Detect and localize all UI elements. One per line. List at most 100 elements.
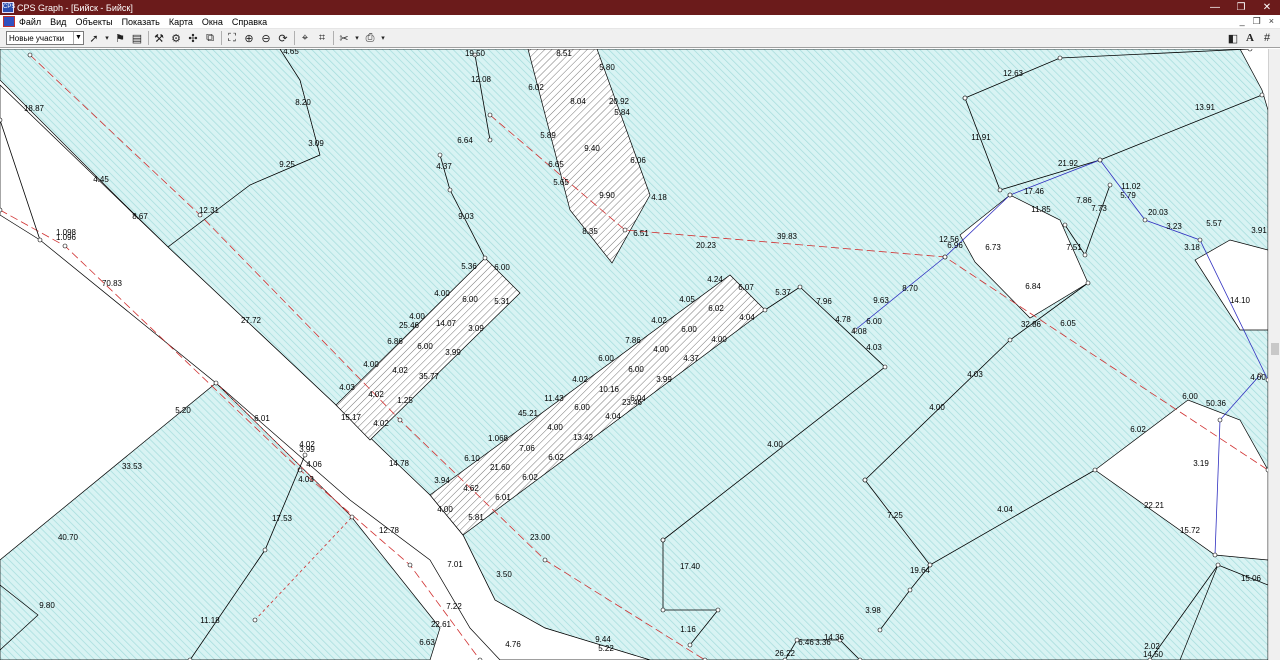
vertex-point[interactable] (1007, 337, 1013, 343)
vertex-point[interactable] (542, 557, 548, 563)
maximize-button[interactable]: ❐ (1228, 2, 1254, 13)
center-icon[interactable]: ⌖ (298, 31, 312, 45)
dimension-label: 20.03 (1148, 208, 1169, 217)
vertex-point[interactable] (1217, 417, 1223, 423)
vertex-point[interactable] (349, 514, 355, 520)
menu-map[interactable]: Карта (169, 17, 193, 27)
vertex-point[interactable] (882, 364, 888, 370)
vertex-point[interactable] (862, 477, 868, 483)
zoom-extent-icon[interactable]: ⛶ (225, 31, 239, 45)
vertex-point[interactable] (1082, 252, 1088, 258)
vertex-point[interactable] (1085, 280, 1091, 286)
dimension-label: 8.70 (902, 284, 918, 293)
vertex-point[interactable] (1212, 552, 1218, 558)
vertex-point[interactable] (437, 152, 443, 158)
vertex-point[interactable] (942, 254, 948, 260)
vertex-point[interactable] (447, 187, 453, 193)
vertex-point[interactable] (213, 380, 219, 386)
vertex-point[interactable] (0, 207, 3, 213)
dimension-label: 4.04 (739, 313, 755, 322)
dimension-label: 6.46 (798, 638, 814, 647)
menu-show[interactable]: Показать (122, 17, 160, 27)
vertex-point[interactable] (1215, 562, 1221, 568)
dimension-label: 3.36 (815, 638, 831, 647)
vertex-point[interactable] (482, 255, 488, 261)
dimension-label: 4.03 (298, 475, 314, 484)
vertex-point[interactable] (1107, 182, 1113, 188)
layer-select[interactable]: Новые участки ▼ (6, 31, 84, 45)
vertex-point[interactable] (1097, 157, 1103, 163)
dimension-label: 4.06 (306, 460, 322, 469)
dimension-label: 8.67 (132, 212, 148, 221)
mdi-close-icon[interactable]: × (1269, 16, 1274, 27)
refresh-icon[interactable]: ⟳ (276, 31, 290, 45)
vertex-point[interactable] (1092, 467, 1098, 473)
vertex-point[interactable] (687, 642, 693, 648)
vertex-point[interactable] (62, 243, 68, 249)
map-canvas[interactable]: 4.65 19.50 8.51 5.80 12.63 18.87 12.08 6.02 8.04… (0, 49, 1268, 660)
vertex-point[interactable] (962, 95, 968, 101)
copy-tool-icon[interactable]: ⧉ (203, 31, 217, 45)
ruler-icon[interactable]: ⌗ (315, 31, 329, 45)
vertex-point[interactable] (1057, 55, 1063, 61)
select-objects-icon[interactable]: ⚑ (113, 31, 127, 45)
vertex-point[interactable] (252, 617, 258, 623)
vertex-point[interactable] (1062, 222, 1068, 228)
vertex-point[interactable] (37, 237, 43, 243)
vertex-point[interactable] (0, 117, 3, 123)
menu-view[interactable]: Вид (50, 17, 66, 27)
dimension-label: 23.00 (530, 533, 551, 542)
vertex-point[interactable] (797, 284, 803, 290)
vertex-point[interactable] (997, 187, 1003, 193)
vertex-point[interactable] (660, 537, 666, 543)
close-button[interactable]: ✕ (1254, 2, 1280, 13)
dropdown-arrow-icon[interactable]: ▾ (380, 31, 386, 45)
zoom-out-icon[interactable]: ⊖ (259, 31, 273, 45)
minimize-button[interactable]: — (1202, 2, 1228, 13)
menu-objects[interactable]: Объекты (75, 17, 112, 27)
cut-icon[interactable]: ✂ (337, 31, 351, 45)
vertical-scrollbar[interactable] (1268, 49, 1280, 660)
vertex-point[interactable] (1197, 237, 1203, 243)
chevron-down-icon[interactable]: ▼ (73, 32, 83, 44)
vertex-point[interactable] (907, 587, 913, 593)
vertex-point[interactable] (1259, 92, 1265, 98)
vertex-point[interactable] (877, 627, 883, 633)
menu-file[interactable]: Файл (19, 17, 41, 27)
scrollbar-thumb[interactable] (1271, 343, 1279, 355)
vertex-point[interactable] (762, 307, 768, 313)
vertex-point[interactable] (487, 137, 493, 143)
title-bar: CPS CPS Graph - [Бийск - Бийск] — ❐ ✕ (0, 0, 1280, 15)
mdi-restore-icon[interactable]: ❐ (1253, 16, 1261, 27)
vertex-point[interactable] (262, 547, 268, 553)
node-tool-icon[interactable]: ✣ (186, 31, 200, 45)
vertex-point[interactable] (660, 607, 666, 613)
vertex-point[interactable] (715, 607, 721, 613)
vertex-point[interactable] (1007, 192, 1013, 198)
vertex-point[interactable] (622, 227, 628, 233)
measure-tool-icon[interactable]: ⚒ (152, 31, 166, 45)
dimension-label: 45.21 (518, 409, 539, 418)
text-tool-icon[interactable]: A (1243, 31, 1257, 45)
edit-tool-icon[interactable]: ⚙ (169, 31, 183, 45)
vertex-point[interactable] (407, 562, 413, 568)
vertex-point[interactable] (27, 52, 33, 58)
pointer-icon[interactable]: ➚ (87, 31, 101, 45)
vertex-point[interactable] (1247, 49, 1253, 52)
vertex-point[interactable] (397, 417, 403, 423)
vertex-point[interactable] (1142, 217, 1148, 223)
dimension-label: 6.01 (495, 493, 511, 502)
dropdown-arrow-icon[interactable]: ▾ (354, 31, 360, 45)
print-icon[interactable]: ⎙ (363, 31, 377, 45)
properties-icon[interactable]: ▤ (130, 31, 144, 45)
dropdown-arrow-icon[interactable]: ▾ (104, 31, 110, 45)
dimension-label: 3.99 (445, 348, 461, 357)
layers-icon[interactable]: ◧ (1226, 31, 1240, 45)
zoom-in-icon[interactable]: ⊕ (242, 31, 256, 45)
mdi-minimize-icon[interactable]: _ (1240, 16, 1245, 27)
menu-windows[interactable]: Окна (202, 17, 223, 27)
grid-icon[interactable]: # (1260, 31, 1274, 45)
vertex-point[interactable] (487, 112, 493, 118)
menu-help[interactable]: Справка (232, 17, 267, 27)
document-icon[interactable] (3, 16, 15, 27)
